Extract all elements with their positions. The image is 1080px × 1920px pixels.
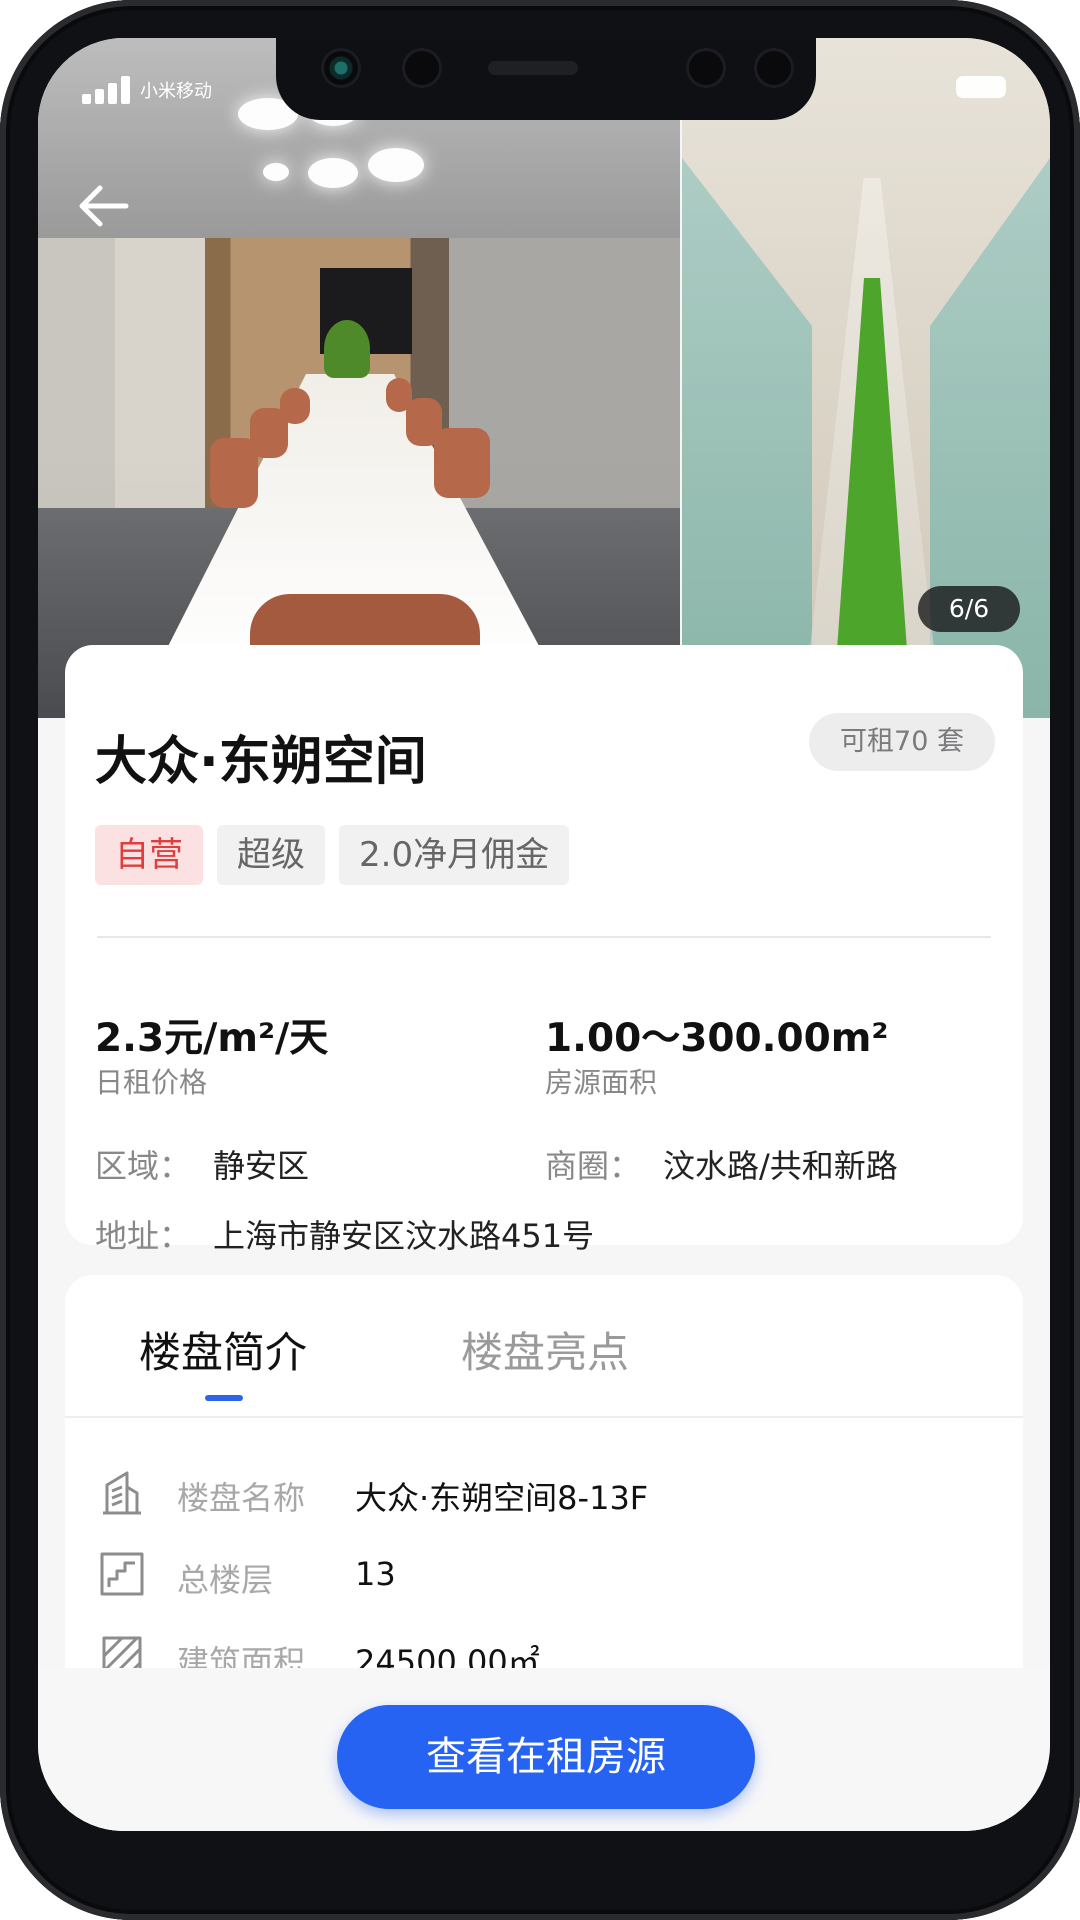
building-info-card: 大众·东朔空间 可租70 套 自营 超级 2.0净月佣金 2.3元/m²/天 日… <box>65 645 1023 1255</box>
photo-gallery[interactable]: 6/6 <box>38 38 1050 718</box>
sensor-icon <box>686 48 726 88</box>
gallery-counter: 6/6 <box>918 586 1020 632</box>
battery-icon <box>956 76 1006 98</box>
divider <box>97 936 991 938</box>
tab-intro[interactable]: 楼盘简介 <box>139 1319 307 1380</box>
sensor-icon <box>754 48 794 88</box>
building-title: 大众·东朔空间 <box>95 732 427 792</box>
address-label: 地址： <box>95 1217 192 1255</box>
area-label: 房源面积 <box>545 1066 658 1099</box>
front-camera-icon <box>321 48 361 88</box>
view-rentals-button[interactable]: 查看在租房源 <box>337 1705 755 1809</box>
earpiece-speaker <box>488 61 578 75</box>
business-circle-label: 商圈： <box>545 1147 642 1185</box>
active-tab-indicator <box>205 1395 243 1401</box>
daily-price-label: 日租价格 <box>95 1066 208 1099</box>
tab-highlights[interactable]: 楼盘亮点 <box>461 1319 629 1380</box>
address-value: 上海市静安区汶水路451号 <box>213 1217 595 1255</box>
back-button[interactable] <box>64 166 144 246</box>
property-label: 楼盘名称 <box>177 1479 306 1517</box>
tag-list: 自营 超级 2.0净月佣金 <box>95 825 570 885</box>
property-row: 楼盘名称 大众·东朔空间8-13F <box>65 1457 1023 1527</box>
building-icon <box>97 1467 147 1517</box>
carrier-name: 小米移动 <box>140 81 212 102</box>
region-value: 静安区 <box>213 1147 310 1185</box>
available-units-badge: 可租70 套 <box>809 713 995 771</box>
signal-icon <box>82 76 130 104</box>
tab-divider <box>65 1416 1023 1418</box>
phone-frame: 6/6 小米移动 大众·东朔空间 可租70 套 自营 超级 2.0净月佣金 2.… <box>0 0 1080 1920</box>
camera-notch <box>276 38 816 120</box>
area-value: 1.00～300.00m² <box>545 1016 889 1061</box>
property-row: 总楼层 13 <box>65 1539 1023 1609</box>
sensor-icon <box>402 48 442 88</box>
property-value: 13 <box>355 1555 396 1593</box>
tag-super: 超级 <box>217 825 325 885</box>
screen: 6/6 小米移动 大众·东朔空间 可租70 套 自营 超级 2.0净月佣金 2.… <box>38 38 1050 1831</box>
tag-self-operated: 自营 <box>95 825 203 885</box>
property-value: 大众·东朔空间8-13F <box>355 1479 649 1517</box>
arrow-left-icon <box>79 185 129 227</box>
gallery-photo-meeting-room <box>38 38 680 718</box>
daily-price-value: 2.3元/m²/天 <box>95 1016 329 1061</box>
region-label: 区域： <box>95 1147 192 1185</box>
property-label: 总楼层 <box>177 1561 274 1599</box>
stairs-icon <box>97 1549 147 1599</box>
tag-commission: 2.0净月佣金 <box>339 825 570 885</box>
business-circle-value: 汶水路/共和新路 <box>663 1147 898 1185</box>
status-bar: 小米移动 <box>82 70 212 110</box>
